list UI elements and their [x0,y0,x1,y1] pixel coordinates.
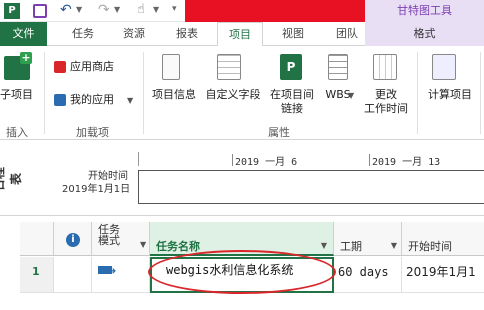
undo-dropdown-icon[interactable]: ▼ [76,5,82,14]
duration-sort-icon[interactable]: ▼ [391,241,397,250]
app-store-button[interactable]: 应用商店 [70,60,114,74]
change-working-time-line2: 工作时间 [364,102,408,115]
task-name-header-label: 任务名称 [156,240,200,253]
undo-icon[interactable]: ↶ [60,2,72,18]
group-divider [480,52,481,134]
links-between-projects-line1: 在项目间 [270,88,314,101]
group-insert-label: 插入 [6,126,28,139]
tab-project[interactable]: 项目 [217,22,263,47]
change-working-time-button[interactable]: 更改 工作时间 [360,88,412,116]
calculate-project-button[interactable]: 计算项目 [422,88,478,102]
redo-icon[interactable]: ↷ [98,2,110,18]
customize-qat-icon[interactable]: ▾ [172,4,177,14]
duration-header[interactable]: 工期 ▼ [334,222,402,256]
start-cell[interactable]: 2019年1月1 [402,257,484,293]
redo-dropdown-icon[interactable]: ▼ [114,5,120,14]
wbs-icon [328,54,348,80]
group-divider [417,52,418,134]
highlight-ellipse [148,250,336,294]
contextual-tab-header: 甘特图工具 [365,0,484,22]
links-between-projects-button[interactable]: 在项目间 链接 [264,88,320,116]
links-between-projects-icon: P [280,54,302,80]
project-logo-icon: P [4,3,20,19]
task-name-sort-icon[interactable]: ▼ [321,241,327,250]
custom-fields-icon [217,54,241,80]
custom-fields-button[interactable]: 自定义字段 [202,88,264,102]
task-mode-header[interactable]: 任务 模式 [92,222,150,256]
group-divider [143,52,144,134]
duration-header-label: 工期 [340,240,362,253]
touch-dropdown-icon[interactable]: ▼ [153,5,159,14]
project-info-icon [162,54,180,80]
timeline-tick-label: 2019 一月 6 [235,157,298,168]
links-between-projects-line2: 链接 [281,102,303,115]
tab-report[interactable]: 报表 [170,22,204,46]
timeline-start-date: 2019年1月1日 [62,184,131,195]
store-icon [54,61,66,73]
start-header[interactable]: 开始时间 [402,222,484,256]
group-divider [44,52,45,134]
info-icon: i [66,233,80,247]
tab-task[interactable]: 任务 [66,22,100,46]
my-apps-button[interactable]: 我的应用 [70,93,114,107]
tab-team[interactable]: 团队 [330,22,364,46]
timeline-tick [369,154,370,166]
row-number[interactable]: 1 [20,257,54,293]
tab-resource[interactable]: 资源 [117,22,151,46]
timeline-tick [232,154,233,166]
my-apps-icon [54,94,66,106]
tab-format[interactable]: 格式 [365,22,484,46]
timeline-tick-label: 2019 一月 13 [372,157,441,168]
indicators-header[interactable]: i [54,222,92,256]
calculate-project-icon [432,54,456,80]
auto-schedule-arrow-icon: ➜ [108,266,117,277]
task-mode-cell[interactable]: ➜ [92,257,150,293]
start-header-label: 开始时间 [408,240,452,253]
project-info-button[interactable]: 项目信息 [148,88,200,102]
change-working-time-line1: 更改 [375,88,397,101]
touch-mode-icon[interactable]: ☝ [137,2,145,17]
save-icon[interactable] [33,4,47,18]
subproject-plus-icon: + [20,51,32,64]
wbs-dropdown-icon[interactable]: ▼ [348,91,354,100]
tab-view[interactable]: 视图 [276,22,310,46]
my-apps-dropdown-icon[interactable]: ▼ [127,96,133,105]
task-mode-sort-icon[interactable]: ▼ [140,240,146,249]
row-indicator-cell[interactable] [54,257,92,293]
calendar-icon [373,54,397,80]
group-addins-label: 加载项 [76,126,109,139]
tab-file[interactable]: 文件 [0,22,47,46]
timeline-bar[interactable] [138,170,484,204]
timeline-side-label: 日程表 [0,167,23,191]
duration-cell[interactable]: 60 days [334,257,402,293]
group-properties-label: 属性 [268,126,290,139]
select-all-corner[interactable] [20,222,54,256]
subproject-button[interactable]: 子项目 [0,88,40,102]
